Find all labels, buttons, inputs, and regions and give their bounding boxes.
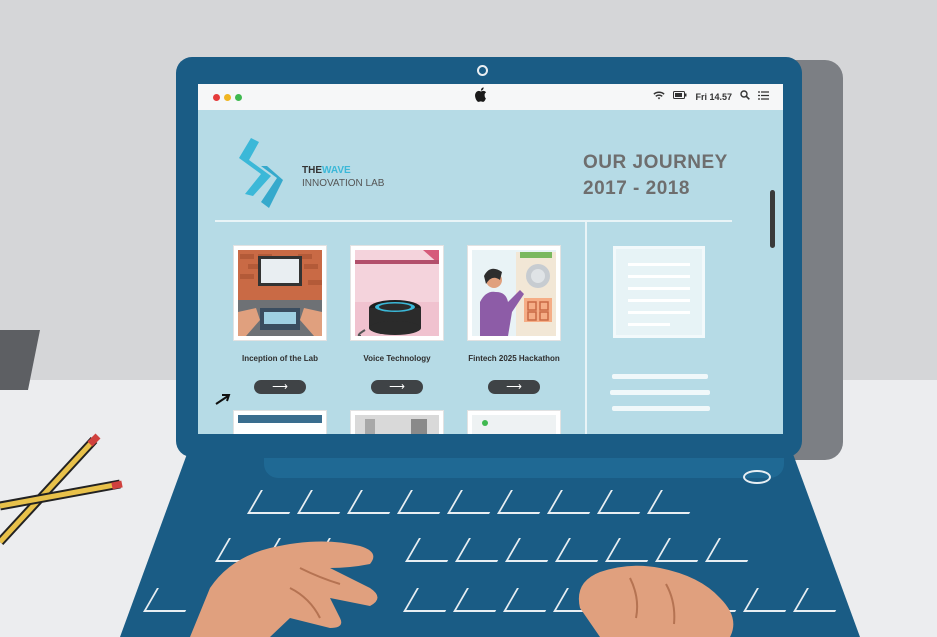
keyboard-key[interactable] xyxy=(297,490,353,514)
card-voice-arrow-button[interactable]: ⟶ xyxy=(371,380,423,394)
doc-line xyxy=(628,263,690,266)
laptop-hinge xyxy=(264,458,784,478)
doc-line xyxy=(628,299,690,302)
doc-line xyxy=(628,323,670,326)
document-icon[interactable] xyxy=(613,246,705,338)
card-voice[interactable] xyxy=(351,246,443,340)
card-row2-3[interactable] xyxy=(468,411,560,434)
cursor-arrow-icon xyxy=(215,392,231,408)
keyboard-key[interactable] xyxy=(505,538,561,562)
scene: Fri 14.57 THEWAVE INNOVATION LAB OUR JOU… xyxy=(0,0,937,637)
search-icon[interactable] xyxy=(740,90,750,103)
sidebar-placeholder-line xyxy=(610,390,710,395)
card-inception[interactable] xyxy=(234,246,326,340)
brand-wave: WAVE xyxy=(322,165,351,176)
keyboard-key[interactable] xyxy=(497,490,553,514)
brand-name: THEWAVE INNOVATION LAB xyxy=(302,164,384,190)
sidebar-placeholder-line xyxy=(612,374,708,379)
card-label-voice[interactable]: Voice Technology xyxy=(332,354,462,363)
wave-logo-icon[interactable] xyxy=(231,136,287,212)
card-row2-1[interactable] xyxy=(234,411,326,434)
laptop-screen: Fri 14.57 THEWAVE INNOVATION LAB OUR JOU… xyxy=(198,84,783,434)
keyboard-key[interactable] xyxy=(647,490,703,514)
page-title: OUR JOURNEY 2017 - 2018 xyxy=(583,150,728,202)
clock-text[interactable]: Fri 14.57 xyxy=(695,92,732,102)
doc-line xyxy=(628,311,690,314)
keyboard-key[interactable] xyxy=(597,490,653,514)
menu-bar: Fri 14.57 xyxy=(198,84,783,110)
header-divider xyxy=(215,220,732,222)
card-fintech[interactable] xyxy=(468,246,560,340)
sidebar-placeholder-line xyxy=(612,406,710,411)
keyboard-key[interactable] xyxy=(247,490,303,514)
brand-subtitle: INNOVATION LAB xyxy=(302,178,385,189)
close-window-dot[interactable] xyxy=(213,94,220,101)
journey-title: OUR JOURNEY xyxy=(583,152,728,173)
menu-list-icon[interactable] xyxy=(758,90,769,103)
keyboard-row xyxy=(0,490,937,520)
keyboard-key[interactable] xyxy=(547,490,603,514)
right-hand-illustration xyxy=(578,565,734,637)
doc-line xyxy=(628,287,690,290)
keyboard-key[interactable] xyxy=(405,538,461,562)
pencils-illustration xyxy=(0,433,123,546)
card-label-inception[interactable]: Inception of the Lab xyxy=(215,354,345,363)
minimize-window-dot[interactable] xyxy=(224,94,231,101)
keyboard-key[interactable] xyxy=(403,588,459,612)
apple-icon[interactable] xyxy=(475,87,487,107)
voice-illustration xyxy=(355,250,439,336)
zoom-window-dot[interactable] xyxy=(235,94,242,101)
keyboard-key[interactable] xyxy=(793,588,849,612)
card-label-fintech[interactable]: Fintech 2025 Hackathon xyxy=(449,354,579,363)
journey-years: 2017 - 2018 xyxy=(583,178,690,199)
camera-icon xyxy=(477,65,488,76)
card-fintech-arrow-button[interactable]: ⟶ xyxy=(488,380,540,394)
wifi-icon[interactable] xyxy=(653,91,666,103)
doc-line xyxy=(628,275,690,278)
scrollbar-thumb[interactable] xyxy=(770,190,775,248)
keyboard-key[interactable] xyxy=(455,538,511,562)
keyboard-row xyxy=(0,588,937,618)
card-row2-2[interactable] xyxy=(351,411,443,434)
keyboard-key[interactable] xyxy=(503,588,559,612)
keyboard-key[interactable] xyxy=(447,490,503,514)
sidebar-divider xyxy=(585,220,587,434)
menu-bar-status: Fri 14.57 xyxy=(653,90,769,103)
keyboard-key[interactable] xyxy=(347,490,403,514)
power-button-icon xyxy=(743,470,771,484)
keyboard-key[interactable] xyxy=(743,588,799,612)
left-hand-illustration xyxy=(190,541,378,637)
keyboard-key[interactable] xyxy=(397,490,453,514)
card-inception-arrow-button[interactable]: ⟶ xyxy=(254,380,306,394)
keyboard-row xyxy=(0,538,937,568)
battery-icon[interactable] xyxy=(673,91,687,102)
keyboard-key[interactable] xyxy=(453,588,509,612)
fintech-illustration xyxy=(472,250,556,336)
inception-illustration xyxy=(238,250,322,336)
brand-the: THE xyxy=(302,165,322,176)
